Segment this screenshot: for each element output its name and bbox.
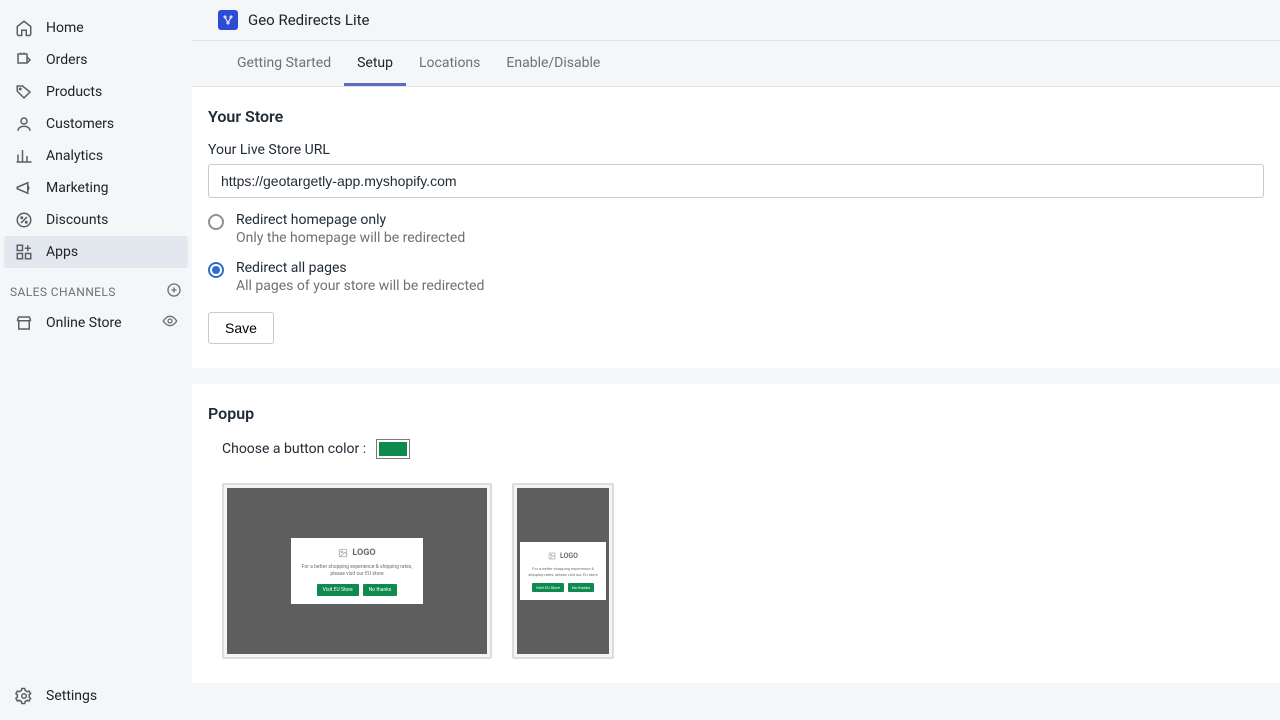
your-store-heading: Your Store [208,107,1264,126]
color-picker[interactable] [376,439,410,459]
popup-preview-mobile: LOGO For a better shopping experience & … [520,542,606,600]
image-icon [338,548,348,558]
home-icon [14,18,34,38]
sidebar-item-label: Analytics [46,148,103,164]
popup-card: Popup Choose a button color : LOGO For a… [192,384,1280,683]
megaphone-icon [14,178,34,198]
sidebar-item-analytics[interactable]: Analytics [4,140,188,172]
image-icon [548,552,556,560]
desktop-preview: LOGO For a better shopping experience & … [222,483,492,659]
sidebar-item-marketing[interactable]: Marketing [4,172,188,204]
sidebar-item-products[interactable]: Products [4,76,188,108]
chart-icon [14,146,34,166]
eye-icon[interactable] [162,313,178,333]
sidebar-item-label: Orders [46,52,88,68]
mobile-preview: LOGO For a better shopping experience & … [512,483,614,659]
popup-message: For a better shopping experience & shipp… [299,564,415,578]
popup-preview-desktop: LOGO For a better shopping experience & … [291,538,423,604]
tab-setup[interactable]: Setup [344,41,406,86]
redirect-homepage-option[interactable]: Redirect homepage only Only the homepage… [208,212,1264,246]
sidebar-item-customers[interactable]: Customers [4,108,188,140]
color-label: Choose a button color : [222,441,366,457]
sales-channels-label: SALES CHANNELS [10,285,116,299]
sidebar-item-apps[interactable]: Apps [4,236,188,268]
sidebar-item-label: Discounts [46,212,108,228]
option-description: All pages of your store will be redirect… [236,278,484,294]
add-channel-icon[interactable] [166,282,182,301]
orders-icon [14,50,34,70]
person-icon [14,114,34,134]
sidebar-item-settings[interactable]: Settings [4,680,188,712]
popup-heading: Popup [208,404,1264,423]
option-label: Redirect homepage only [236,212,465,228]
tab-locations[interactable]: Locations [406,41,493,86]
tab-getting-started[interactable]: Getting Started [224,41,344,86]
app-title: Geo Redirects Lite [248,11,369,29]
sidebar-item-label: Online Store [46,315,122,331]
visit-store-button: Visit EU Store [317,584,359,596]
store-url-input[interactable] [208,164,1264,198]
app-logo-icon [218,10,238,30]
apps-icon [14,242,34,262]
tag-icon [14,82,34,102]
app-header: Geo Redirects Lite [192,0,1280,41]
save-button[interactable]: Save [208,312,274,344]
discount-icon [14,210,34,230]
tabs: Getting Started Setup Locations Enable/D… [192,41,1280,87]
your-store-card: Your Store Your Live Store URL Redirect … [192,87,1280,368]
store-icon [14,313,34,333]
no-thanks-button: No thanks [568,583,594,592]
sidebar-item-discounts[interactable]: Discounts [4,204,188,236]
popup-message: For a better shopping experience & shipp… [528,566,598,577]
sidebar-item-label: Apps [46,244,78,260]
sidebar-item-label: Products [46,84,102,100]
option-description: Only the homepage will be redirected [236,230,465,246]
sidebar-item-orders[interactable]: Orders [4,44,188,76]
sidebar-item-home[interactable]: Home [4,12,188,44]
option-label: Redirect all pages [236,260,484,276]
tab-enable-disable[interactable]: Enable/Disable [493,41,613,86]
logo-text: LOGO [352,548,375,558]
visit-store-button: Visit EU Store [532,583,564,592]
sidebar-item-label: Home [46,20,84,36]
sales-channels-header: SALES CHANNELS [0,268,192,307]
color-swatch [379,442,407,456]
sidebar-item-online-store[interactable]: Online Store [4,307,188,339]
radio-icon [208,214,224,230]
gear-icon [14,686,34,706]
no-thanks-button: No thanks [363,584,398,596]
sidebar-item-label: Marketing [46,180,109,196]
store-url-label: Your Live Store URL [208,142,1264,158]
sidebar-item-label: Settings [46,688,97,704]
sidebar-item-label: Customers [46,116,114,132]
logo-text: LOGO [560,552,578,560]
radio-icon [208,262,224,278]
main-area: Geo Redirects Lite Getting Started Setup… [192,0,1280,720]
sidebar: Home Orders Products Customers Analytics… [0,0,192,720]
redirect-all-option[interactable]: Redirect all pages All pages of your sto… [208,260,1264,294]
